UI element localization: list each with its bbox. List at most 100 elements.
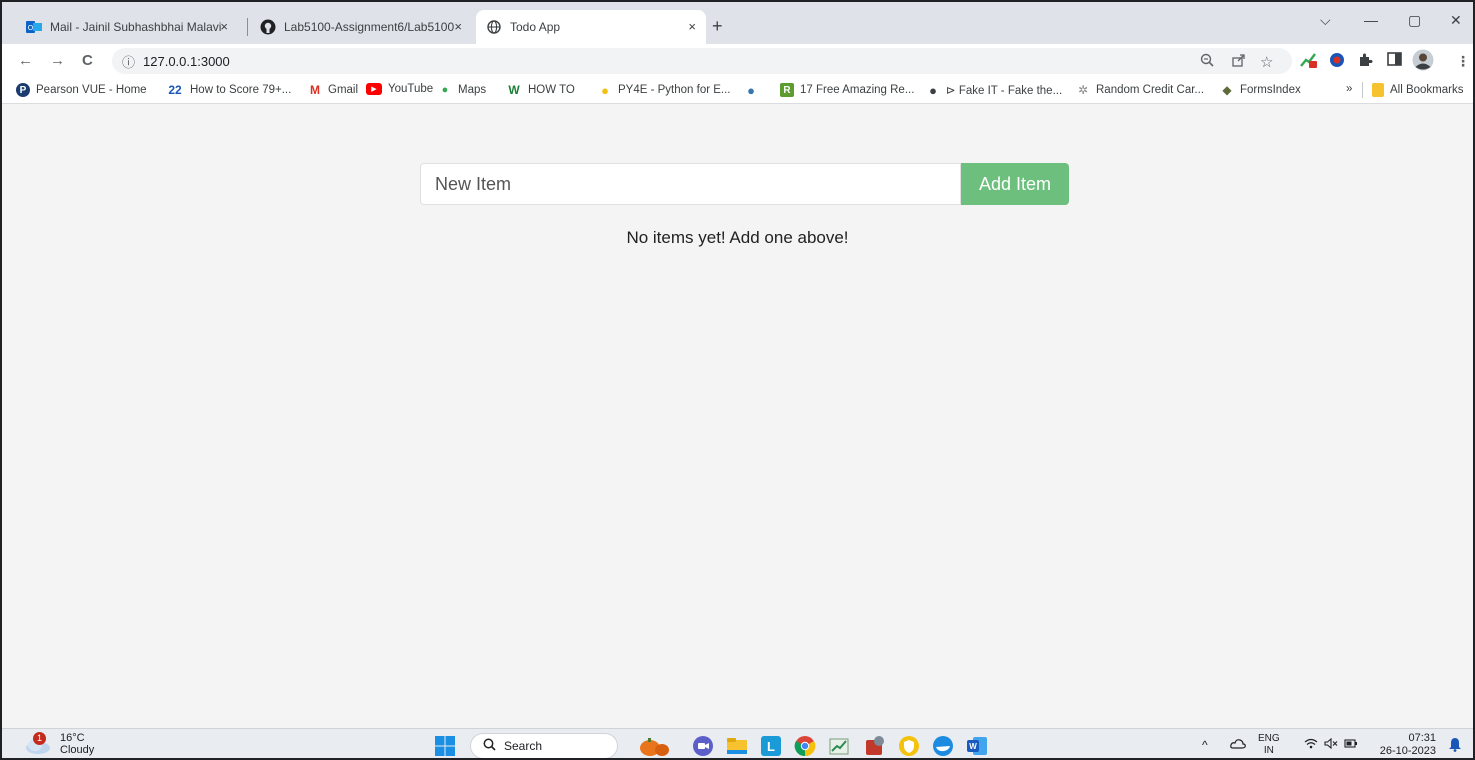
region-code: IN (1263, 745, 1274, 756)
volume-muted-icon[interactable] (1324, 737, 1338, 752)
svg-text:O: O (28, 25, 34, 32)
github-icon (260, 19, 276, 35)
chrome-icon[interactable] (794, 735, 816, 757)
extension-chart-icon[interactable] (1300, 51, 1318, 72)
notification-bell-icon[interactable] (1448, 737, 1462, 755)
bookmark-label: All Bookmarks (1390, 84, 1464, 96)
tab-mail[interactable]: O Mail - Jainil Subhashbhai Malavi × (16, 10, 238, 44)
bookmarks-overflow-button[interactable]: » (1346, 83, 1352, 95)
gear-icon: ✲ (1077, 83, 1089, 97)
bookmark-label: YouTube (388, 83, 434, 95)
bookmarks-bar: P Pearson VUE - Home 22 How to Score 79+… (2, 78, 1473, 104)
tab-github[interactable]: Lab5100-Assignment6/Lab5100 × (250, 10, 472, 44)
forward-button[interactable]: → (50, 52, 65, 69)
r-icon: R (780, 83, 794, 97)
bookmark-gmail[interactable]: M Gmail (308, 83, 358, 97)
add-item-button[interactable]: Add Item (961, 163, 1069, 205)
bookmark-fake-it[interactable]: ● ⊳ Fake IT - Fake the... (926, 83, 1062, 98)
star-icon[interactable]: ☆ (1260, 53, 1273, 71)
bookmark-pearson[interactable]: P Pearson VUE - Home (16, 83, 147, 97)
window-close-button[interactable]: ✕ (1450, 12, 1462, 29)
red-app-icon[interactable] (864, 735, 886, 757)
weather-description: Cloudy (60, 744, 95, 756)
search-icon (483, 738, 496, 754)
docker-icon[interactable] (932, 735, 954, 757)
windows-taskbar: 1 16°C Cloudy Search L W ^ ENG IN 07:31 … (2, 728, 1473, 758)
puzzle-icon[interactable] (1358, 52, 1373, 70)
share-icon[interactable] (1232, 53, 1246, 70)
svg-text:W: W (969, 742, 977, 751)
reload-button[interactable]: C (82, 52, 93, 69)
bookmark-how-to[interactable]: W HOW TO (506, 83, 575, 97)
menu-kebab-icon[interactable]: ⋮ (1456, 53, 1470, 70)
tab-todo-app[interactable]: Todo App × (476, 10, 706, 44)
bookmark-label: 17 Free Amazing Re... (800, 84, 915, 96)
wikihow-icon: W (508, 83, 520, 97)
folder-icon (1372, 83, 1384, 97)
zoom-icon[interactable] (1200, 53, 1214, 70)
chart-app-icon[interactable] (828, 735, 850, 757)
bookmark-label: Random Credit Car... (1096, 84, 1205, 96)
teams-meet-icon[interactable] (692, 735, 714, 757)
clock-time: 07:31 (1408, 732, 1436, 744)
bookmarks-separator (1362, 82, 1363, 98)
language-code: ENG (1258, 733, 1280, 744)
bookmark-how-to-score[interactable]: 22 How to Score 79+... (166, 83, 291, 97)
side-panel-icon[interactable] (1387, 52, 1402, 69)
bookmark-17-free[interactable]: R 17 Free Amazing Re... (780, 83, 914, 97)
bookmark-label: Maps (458, 84, 487, 96)
close-icon[interactable]: × (454, 19, 462, 34)
screen: O Mail - Jainil Subhashbhai Malavi × Lab… (0, 0, 1475, 760)
windows-start-icon[interactable] (434, 735, 456, 757)
address-bar[interactable]: ⓘ 127.0.0.1:3000 (112, 48, 1292, 74)
weather-widget[interactable]: 1 16°C Cloudy (24, 732, 94, 756)
bookmark-formsindex[interactable]: ◆ FormsIndex (1220, 83, 1300, 97)
file-explorer-icon[interactable] (726, 735, 748, 757)
number-22-icon: 22 (168, 83, 182, 97)
bookmark-label: How to Score 79+... (190, 84, 292, 96)
onedrive-icon[interactable] (1230, 738, 1246, 752)
pearson-icon: P (16, 83, 30, 97)
info-icon[interactable]: ⓘ (122, 52, 135, 71)
tab-title: Lab5100-Assignment6/Lab5100 (284, 20, 455, 34)
bookmark-py4e[interactable]: ● PY4E - Python for E... (598, 83, 731, 98)
tab-title: Todo App (510, 20, 561, 34)
system-clock[interactable]: 07:31 26-10-2023 (1378, 732, 1436, 758)
bookmark-python[interactable]: ● (744, 82, 764, 98)
close-icon[interactable]: × (220, 19, 228, 34)
bookmark-maps[interactable]: ● Maps (438, 83, 486, 97)
search-label: Search (504, 739, 543, 753)
url-text: 127.0.0.1:3000 (143, 53, 230, 69)
bookmark-label: Pearson VUE - Home (36, 84, 147, 96)
clock-date: 26-10-2023 (1379, 745, 1436, 757)
minimize-button[interactable]: — (1364, 12, 1378, 28)
extension-circle-icon[interactable] (1329, 52, 1345, 71)
bookmark-all-bookmarks[interactable]: All Bookmarks (1372, 83, 1464, 97)
new-item-input[interactable] (420, 163, 961, 205)
chevron-up-icon[interactable]: ^ (1202, 738, 1208, 752)
norton-shield-icon[interactable] (898, 735, 920, 757)
tab-search-icon[interactable]: ⌵ (1320, 12, 1331, 29)
python-icon: ● (747, 82, 755, 98)
youtube-icon: ▶ (366, 83, 382, 95)
taskbar-search[interactable]: Search (470, 733, 618, 758)
profile-avatar-icon[interactable] (1412, 49, 1434, 74)
halloween-widget-icon[interactable] (636, 735, 672, 757)
bookmark-label: HOW TO (528, 84, 575, 96)
close-icon[interactable]: × (688, 19, 696, 34)
word-icon[interactable]: W (966, 735, 988, 757)
globe-icon (486, 19, 502, 35)
l-app-icon[interactable]: L (760, 735, 782, 757)
battery-icon[interactable] (1344, 738, 1358, 752)
outlook-icon: O (26, 19, 42, 35)
maps-pin-icon: ● (441, 84, 449, 96)
bookmark-label: PY4E - Python for E... (618, 84, 731, 96)
back-button[interactable]: ← (18, 52, 33, 69)
wifi-icon[interactable] (1304, 738, 1318, 752)
language-indicator[interactable]: ENG IN (1258, 733, 1280, 757)
restore-button[interactable]: ▢ (1408, 12, 1421, 29)
bookmark-youtube[interactable]: ▶ YouTube (366, 83, 433, 95)
new-tab-button[interactable]: + (712, 16, 723, 37)
bookmark-random-credit[interactable]: ✲ Random Credit Car... (1076, 83, 1204, 97)
tab-title: Mail - Jainil Subhashbhai Malavi (50, 20, 222, 34)
